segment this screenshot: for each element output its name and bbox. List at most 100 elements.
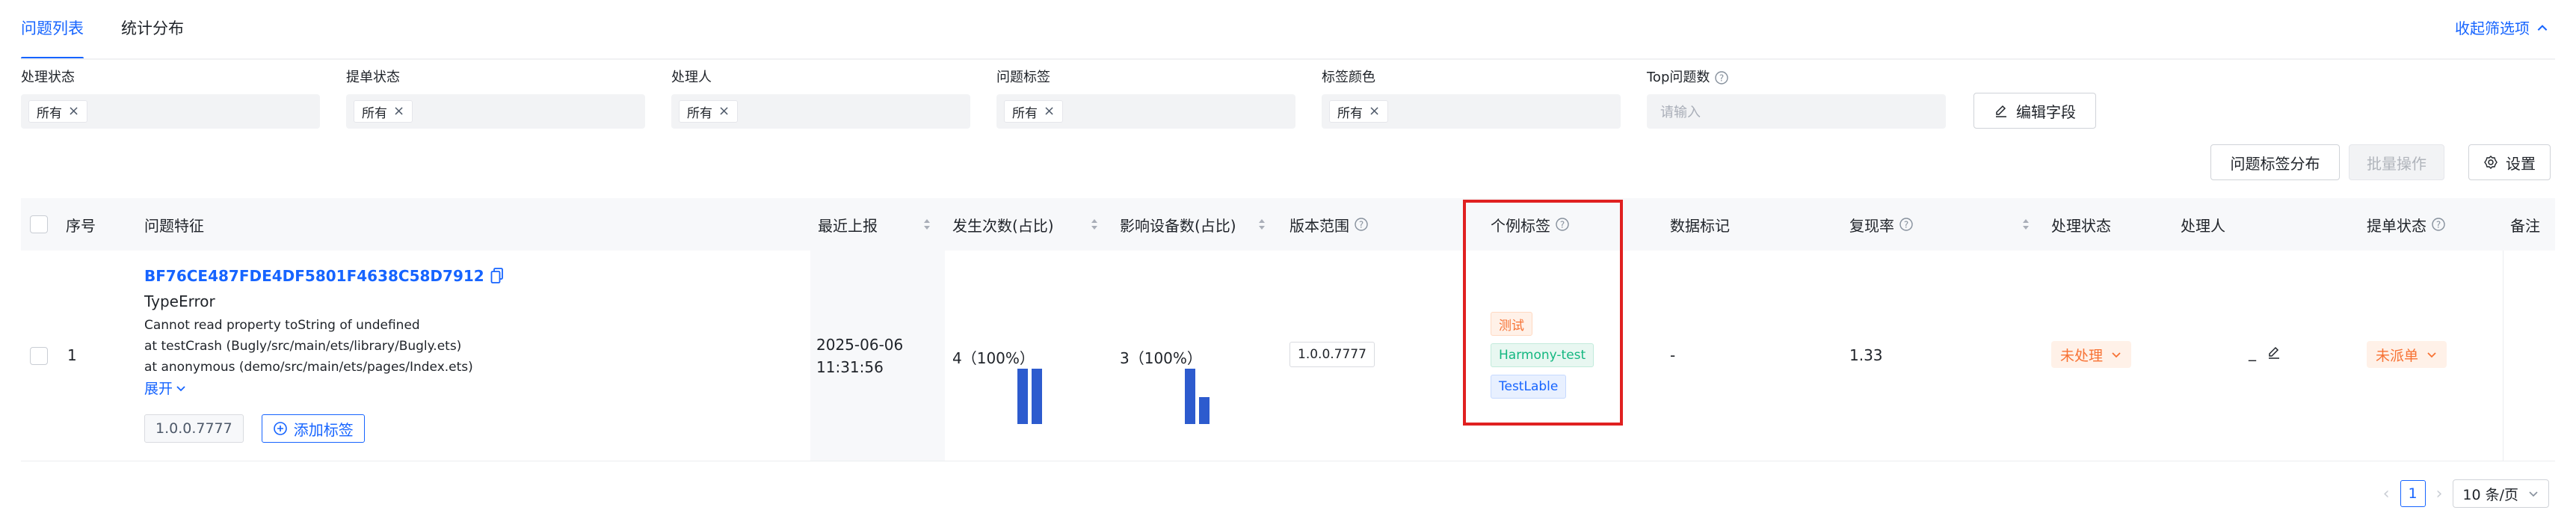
chevron-down-icon — [2112, 352, 2121, 358]
ticket-status-select[interactable]: 未派单 — [2367, 341, 2447, 368]
filter-ticket-status: 提单状态 所有 × — [346, 67, 645, 129]
col-devices[interactable]: 影响设备数(占比) — [1120, 198, 1236, 251]
page-size-select[interactable]: 10 条/页 — [2453, 479, 2549, 508]
tag-distribution-button[interactable]: 问题标签分布 — [2210, 144, 2340, 180]
col-data-mark: 数据标记 — [1670, 216, 1730, 235]
edit-icon — [1996, 105, 2006, 117]
help-icon[interactable]: ? — [1714, 70, 1729, 85]
filter-select[interactable]: 所有 × — [671, 94, 970, 129]
case-tag[interactable]: 测试 — [1491, 312, 1532, 336]
filter-issue-tag: 问题标签 所有 × — [996, 67, 1295, 129]
filter-chip: 所有 × — [1329, 100, 1389, 123]
filter-tag-color: 标签颜色 所有 × — [1322, 67, 1621, 129]
chevron-up-icon — [2537, 25, 2548, 31]
pagination: ‹ 1 › 10 条/页 — [2383, 479, 2549, 509]
filter-chip: 所有 × — [354, 100, 413, 123]
close-icon[interactable]: × — [68, 105, 79, 118]
device-bar — [1199, 397, 1210, 424]
col-version-range: 版本范围 ? — [1289, 198, 1369, 251]
close-icon[interactable]: × — [393, 105, 404, 118]
settings-button[interactable]: 设置 — [2468, 144, 2551, 180]
filter-handler: 处理人 所有 × — [671, 67, 970, 129]
svg-text:?: ? — [1359, 220, 1364, 230]
filter-select[interactable]: 所有 × — [21, 94, 320, 129]
table-header: 序号 问题特征 最近上报 发生次数(占比) 影响设备数(占比) 版本范围 ? 个… — [21, 198, 2555, 251]
tab-issue-list[interactable]: 问题列表 — [21, 16, 84, 60]
help-icon[interactable]: ? — [2431, 217, 2446, 232]
version-tag: 1.0.0.7777 — [144, 414, 244, 443]
plus-circle-icon — [273, 422, 287, 435]
close-icon[interactable]: × — [1044, 105, 1055, 118]
collapse-filters-link[interactable]: 收起筛选项 — [2455, 16, 2549, 40]
ticket-status-cell: 未派单 — [2367, 341, 2447, 368]
sort-icon[interactable] — [1090, 216, 1099, 233]
last-report-datetime: 2025-06-06 11:31:56 — [816, 334, 903, 378]
help-icon[interactable]: ? — [1354, 217, 1369, 232]
filter-label: 提单状态 — [346, 70, 400, 85]
issue-table: 序号 问题特征 最近上报 发生次数(占比) 影响设备数(占比) 版本范围 ? 个… — [21, 198, 2555, 461]
case-tag[interactable]: TestLable — [1491, 375, 1567, 399]
batch-operation-button[interactable]: 批量操作 — [2349, 144, 2444, 180]
chevron-down-icon — [2529, 491, 2538, 497]
close-icon[interactable]: × — [1369, 105, 1380, 118]
stack-line: at anonymous (demo/src/main/ets/pages/In… — [144, 360, 473, 375]
tab-divider — [21, 58, 2555, 60]
report-date: 2025-06-06 — [816, 336, 904, 354]
page-number[interactable]: 1 — [2400, 480, 2426, 507]
select-all-checkbox[interactable] — [30, 215, 48, 233]
page-size-label: 10 条/页 — [2462, 486, 2518, 503]
repro-rate-value: 1.33 — [1849, 346, 1883, 364]
add-tag-button[interactable]: 添加标签 — [261, 414, 365, 443]
filter-label-text: Top问题数 — [1647, 70, 1710, 85]
version-range-cell: 1.0.0.7777 — [1289, 342, 1375, 367]
svg-text:?: ? — [1560, 220, 1565, 230]
filter-label: 问题标签 — [996, 70, 1050, 85]
feature-tags: 1.0.0.7777 添加标签 — [144, 414, 802, 443]
row-index: 1 — [67, 346, 77, 364]
filter-label: 标签颜色 — [1322, 70, 1375, 85]
sort-icon[interactable] — [922, 216, 931, 233]
col-handler: 处理人 — [2181, 216, 2225, 235]
report-time: 11:31:56 — [816, 358, 884, 376]
row-checkbox[interactable] — [30, 347, 48, 365]
copy-icon[interactable] — [490, 268, 504, 284]
sort-icon[interactable] — [2021, 216, 2030, 233]
prev-page-icon[interactable]: ‹ — [2383, 485, 2390, 503]
col-occurrences[interactable]: 发生次数(占比) — [952, 198, 1054, 251]
close-icon[interactable]: × — [718, 105, 730, 118]
filter-chip: 所有 × — [679, 100, 739, 123]
next-page-icon[interactable]: › — [2436, 485, 2443, 503]
col-label: 复现率 — [1849, 216, 1894, 235]
status-label: 未处理 — [2060, 347, 2104, 364]
tab-statistics[interactable]: 统计分布 — [121, 16, 184, 58]
filter-select[interactable]: 所有 × — [996, 94, 1295, 129]
chip-label: 所有 — [1337, 105, 1363, 121]
filter-select[interactable]: 所有 × — [346, 94, 645, 129]
tab-bar: 问题列表 统计分布 — [21, 16, 184, 60]
svg-text:?: ? — [1904, 220, 1908, 230]
button-label: 设置 — [2506, 154, 2536, 173]
edit-fields-button[interactable]: 编辑字段 — [1973, 93, 2096, 129]
chip-label: 所有 — [687, 105, 712, 121]
help-icon[interactable]: ? — [1555, 217, 1570, 232]
handle-status-select[interactable]: 未处理 — [2051, 341, 2132, 368]
issue-hash-link[interactable]: BF76CE487FDE4DF5801F4638C58D7912 — [144, 267, 802, 285]
expand-link[interactable]: 展开 — [144, 378, 186, 398]
occurrence-bar — [1017, 369, 1028, 424]
chip-label: 所有 — [362, 105, 387, 121]
occurrences-value: 4（100%） — [952, 349, 1035, 367]
top-count-input[interactable]: 请输入 — [1647, 94, 1946, 129]
col-label: 版本范围 — [1289, 216, 1349, 235]
handler-value: _ — [2249, 343, 2256, 361]
filter-select[interactable]: 所有 × — [1322, 94, 1621, 129]
data-mark-value: - — [1670, 346, 1676, 364]
status-label: 未派单 — [2376, 347, 2419, 364]
button-label: 问题标签分布 — [2230, 154, 2320, 173]
case-tag[interactable]: Harmony-test — [1491, 343, 1594, 367]
help-icon[interactable]: ? — [1899, 217, 1914, 232]
edit-icon[interactable] — [2267, 345, 2281, 360]
chevron-down-icon — [176, 385, 185, 391]
handler-cell: _ — [2249, 343, 2281, 361]
chevron-down-icon — [2427, 352, 2436, 358]
sort-icon[interactable] — [1257, 216, 1266, 233]
